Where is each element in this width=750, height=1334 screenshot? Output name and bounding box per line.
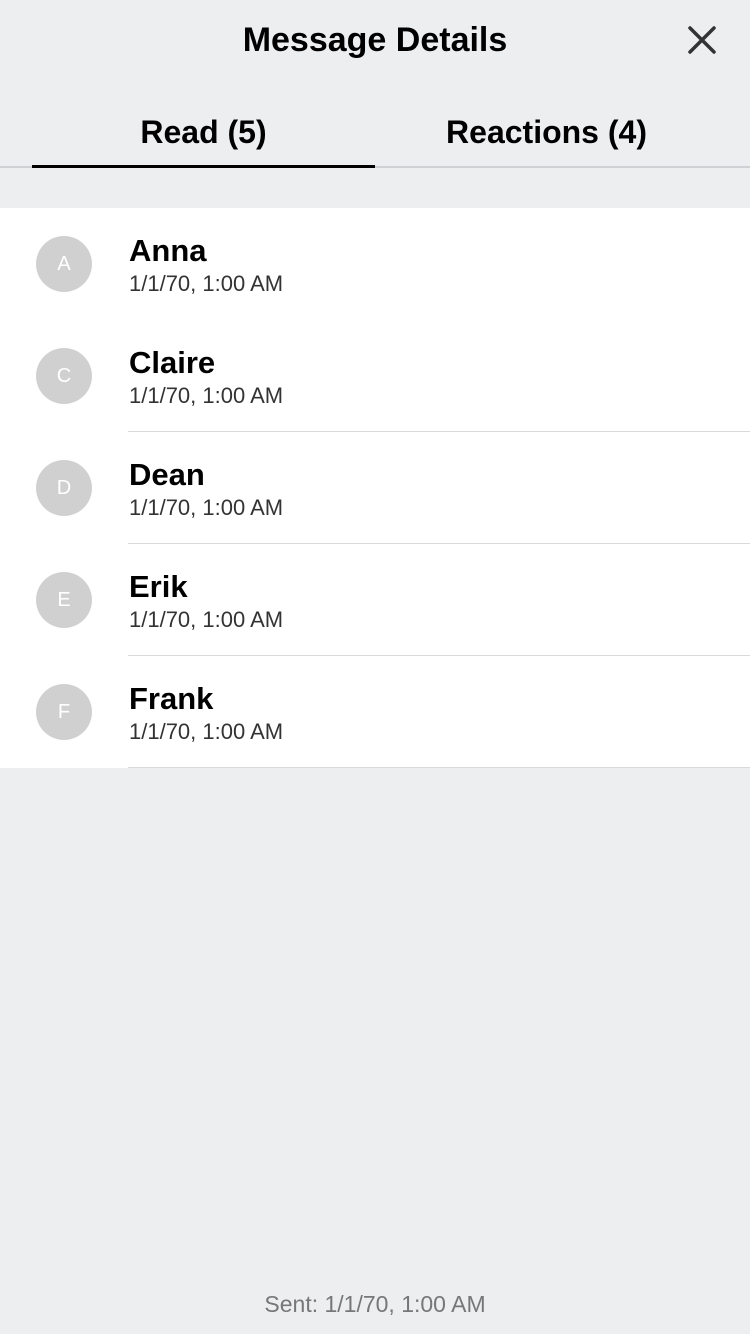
user-name: Frank [129,681,214,716]
user-name: Dean [129,457,205,492]
read-time: 1/1/70, 1:00 AM [129,607,284,632]
read-by-list: A Anna 1/1/70, 1:00 AM C Claire 1/1/70, … [0,208,750,768]
tab-bar: Read (5) Reactions (4) [0,96,750,168]
sent-timestamp: Sent: 1/1/70, 1:00 AM [264,1291,486,1317]
row-divider [128,767,750,768]
close-icon [688,26,716,54]
user-name: Claire [129,345,216,380]
read-time: 1/1/70, 1:00 AM [129,383,284,408]
avatar: C [36,348,92,404]
avatar: D [36,460,92,516]
tab-read[interactable]: Read (5) [32,96,375,168]
list-item[interactable]: D Dean 1/1/70, 1:00 AM [0,432,750,544]
list-item[interactable]: A Anna 1/1/70, 1:00 AM [0,208,750,320]
list-item[interactable]: F Frank 1/1/70, 1:00 AM [0,656,750,768]
user-name: Erik [129,569,188,604]
tab-selected-indicator [32,165,375,168]
list-item[interactable]: E Erik 1/1/70, 1:00 AM [0,544,750,656]
avatar: A [36,236,92,292]
close-button[interactable] [676,16,728,64]
avatar: F [36,684,92,740]
user-name: Anna [129,233,207,268]
avatar: E [36,572,92,628]
page-title: Message Details [242,21,508,59]
header: Message Details [0,0,750,80]
tab-reactions[interactable]: Reactions (4) [375,96,718,168]
read-time: 1/1/70, 1:00 AM [129,719,284,744]
read-time: 1/1/70, 1:00 AM [129,495,284,520]
tab-reactions-label: Reactions (4) [446,114,647,150]
list-item[interactable]: C Claire 1/1/70, 1:00 AM [0,320,750,432]
read-time: 1/1/70, 1:00 AM [129,271,284,296]
tab-read-label: Read (5) [140,114,267,150]
